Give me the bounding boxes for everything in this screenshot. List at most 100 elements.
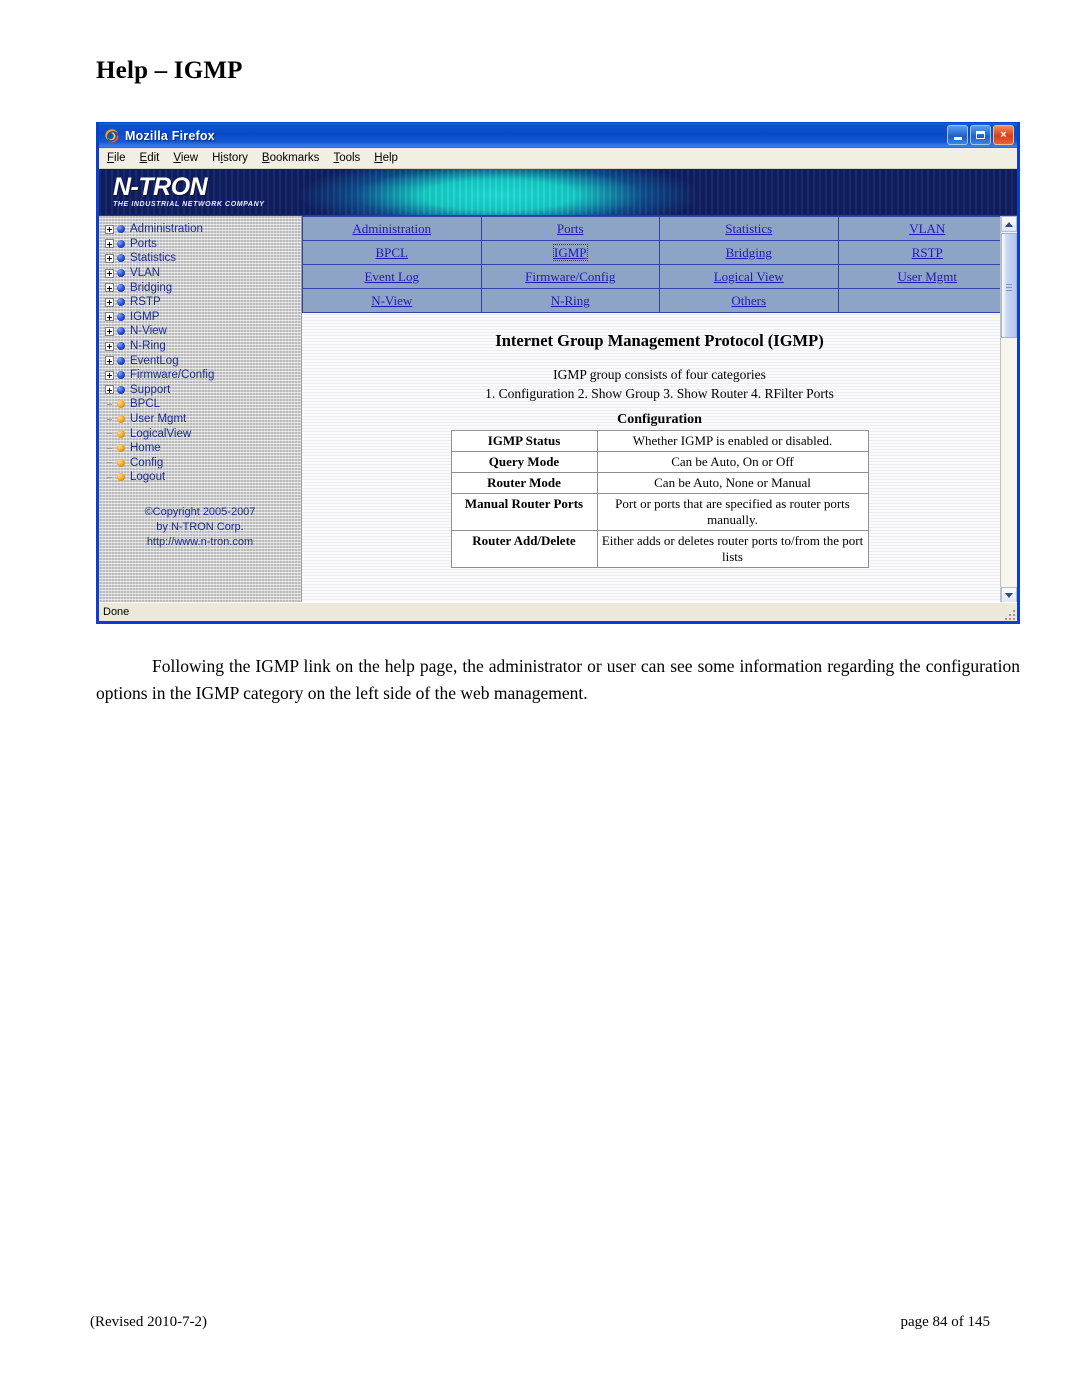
sidebar-item-config[interactable]: Config — [105, 456, 301, 471]
sidebar-item-label: RSTP — [130, 296, 161, 309]
bullet-blue-icon — [117, 239, 125, 248]
scrollbar-thumb[interactable] — [1001, 233, 1017, 338]
nav-link-grid: Administration Ports Statistics VLAN BPCL IGM… — [302, 216, 1017, 313]
sidebar-item-firmware-config[interactable]: Firmware/Config — [105, 368, 301, 383]
bullet-blue-icon — [117, 225, 125, 234]
config-value: Can be Auto, On or Off — [596, 451, 869, 473]
nav-link-administration[interactable]: Administration — [352, 221, 431, 236]
sidebar-item-statistics[interactable]: Statistics — [105, 251, 301, 266]
maximize-button[interactable] — [970, 125, 991, 145]
menubar: File Edit View History Bookmarks Tools H… — [99, 148, 1017, 169]
sidebar-item-label: Home — [130, 442, 161, 455]
sidebar-item-support[interactable]: Support — [105, 383, 301, 398]
nav-link-bpcl[interactable]: BPCL — [375, 245, 408, 260]
expand-plus-icon[interactable] — [105, 224, 114, 234]
expand-plus-icon[interactable] — [105, 312, 114, 322]
scroll-down-button[interactable] — [1001, 587, 1017, 602]
expand-plus-icon[interactable] — [105, 239, 114, 249]
sidebar-item-rstp[interactable]: RSTP — [105, 295, 301, 310]
nav-link-event-log[interactable]: Event Log — [364, 269, 419, 284]
nav-link-ports[interactable]: Ports — [557, 221, 584, 236]
status-text: Done — [103, 606, 130, 618]
tree-branch-icon — [105, 458, 114, 467]
menu-file[interactable]: File — [107, 152, 126, 164]
sidebar-item-n-view[interactable]: N-View — [105, 324, 301, 339]
bullet-orange-icon — [117, 400, 125, 409]
expand-plus-icon[interactable] — [105, 356, 114, 366]
tree-branch-icon — [105, 415, 114, 424]
article-heading: Internet Group Management Protocol (IGMP… — [495, 331, 824, 350]
menu-view[interactable]: View — [173, 152, 198, 164]
nav-link-others[interactable]: Others — [731, 293, 766, 308]
expand-plus-icon[interactable] — [105, 370, 114, 380]
nav-link-user-mgmt[interactable]: User Mgmt — [897, 269, 957, 284]
nav-grid-row: Administration Ports Statistics VLAN — [302, 216, 1017, 241]
nav-link-statistics[interactable]: Statistics — [725, 221, 772, 236]
menu-edit[interactable]: Edit — [140, 152, 160, 164]
copyright-block: ©Copyright 2005-2007 by N-TRON Corp. htt… — [105, 505, 295, 550]
sidebar-item-user-mgmt[interactable]: User Mgmt — [105, 412, 301, 427]
nav-link-bridging[interactable]: Bridging — [726, 245, 772, 260]
article-subtitle: IGMP group consists of four categories — [553, 367, 766, 382]
menu-tools[interactable]: Tools — [333, 152, 360, 164]
nav-link-igmp[interactable]: IGMP — [552, 243, 588, 261]
nav-cell: Logical View — [659, 264, 839, 289]
config-key: Router Add/Delete — [450, 530, 598, 568]
expand-plus-icon[interactable] — [105, 385, 114, 395]
config-key: Router Mode — [450, 472, 598, 494]
bullet-blue-icon — [117, 312, 125, 321]
expand-plus-icon[interactable] — [105, 268, 114, 278]
nav-link-logical-view[interactable]: Logical View — [714, 269, 784, 284]
sidebar-item-label: BPCL — [130, 398, 161, 411]
nav-cell: BPCL — [302, 240, 482, 265]
sidebar-item-bridging[interactable]: Bridging — [105, 280, 301, 295]
sidebar-item-bpcl[interactable]: BPCL — [105, 397, 301, 412]
sidebar-item-label: VLAN — [130, 267, 161, 280]
bullet-blue-icon — [117, 298, 125, 307]
expand-plus-icon[interactable] — [105, 326, 114, 336]
sidebar-item-logout[interactable]: Logout — [105, 470, 301, 485]
scrollbar-track[interactable] — [1001, 338, 1017, 587]
resize-grip-icon[interactable] — [1003, 608, 1015, 620]
menu-history[interactable]: History — [212, 152, 248, 164]
nav-link-n-view[interactable]: N-View — [371, 293, 412, 308]
nav-cell: IGMP — [480, 240, 660, 265]
nav-link-rstp[interactable]: RSTP — [912, 245, 943, 260]
content-vertical-scrollbar[interactable] — [1000, 216, 1017, 602]
ntron-tagline: THE INDUSTRIAL NETWORK COMPANY — [113, 201, 265, 208]
minimize-button[interactable] — [947, 125, 968, 145]
menu-help[interactable]: Help — [374, 152, 398, 164]
sidebar-item-vlan[interactable]: VLAN — [105, 266, 301, 281]
sidebar-item-administration[interactable]: Administration — [105, 222, 301, 237]
copyright-url[interactable]: http://www.n-tron.com — [105, 535, 295, 550]
tree-list: Administration Ports Statistics VLAN Bridgin… — [105, 222, 301, 485]
chevron-down-icon — [1005, 592, 1013, 598]
scroll-up-button[interactable] — [1001, 216, 1017, 232]
nav-link-n-ring[interactable]: N-Ring — [551, 293, 590, 308]
sidebar-item-eventlog[interactable]: EventLog — [105, 353, 301, 368]
sidebar-item-logicalview[interactable]: LogicalView — [105, 426, 301, 441]
tree-branch-icon — [105, 473, 114, 482]
table-row: Query Mode Can be Auto, On or Off — [450, 451, 869, 473]
expand-plus-icon[interactable] — [105, 341, 114, 351]
table-row: IGMP Status Whether IGMP is enabled or di… — [450, 430, 869, 452]
expand-plus-icon[interactable] — [105, 283, 114, 293]
config-key: IGMP Status — [450, 430, 598, 452]
sidebar-nav-tree[interactable]: Administration Ports Statistics VLAN Bridgin… — [99, 216, 302, 602]
nav-cell: Firmware/Config — [480, 264, 660, 289]
nav-link-firmware-config[interactable]: Firmware/Config — [525, 269, 615, 284]
close-button[interactable]: × — [993, 125, 1014, 145]
copyright-line-2: by N-TRON Corp. — [156, 520, 244, 533]
expand-plus-icon[interactable] — [105, 297, 114, 307]
sidebar-item-ports[interactable]: Ports — [105, 237, 301, 252]
sidebar-item-igmp[interactable]: IGMP — [105, 310, 301, 325]
sidebar-item-n-ring[interactable]: N-Ring — [105, 339, 301, 354]
sidebar-item-home[interactable]: Home — [105, 441, 301, 456]
nav-link-vlan[interactable]: VLAN — [909, 221, 945, 236]
nav-cell: Others — [659, 288, 839, 313]
nav-grid-row: N-View N-Ring Others — [302, 288, 1017, 313]
configuration-table-caption: Configuration — [617, 412, 702, 427]
menu-bookmarks[interactable]: Bookmarks — [262, 152, 320, 164]
expand-plus-icon[interactable] — [105, 253, 114, 263]
ntron-logo-text: N-TRON — [113, 173, 208, 201]
